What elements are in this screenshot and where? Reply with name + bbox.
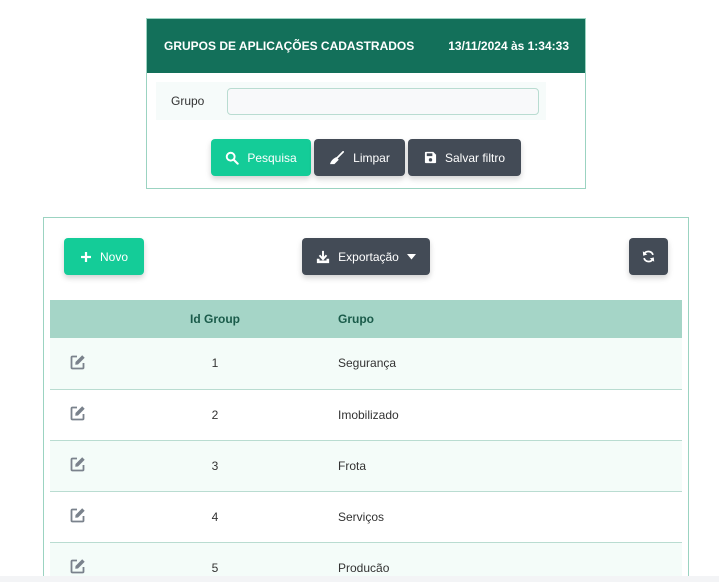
save-filter-button[interactable]: Salvar filtro	[408, 139, 521, 176]
clear-button-label: Limpar	[353, 150, 390, 165]
filter-panel: GRUPOS DE APLICAÇÕES CADASTRADOS 13/11/2…	[146, 18, 586, 189]
caret-down-icon	[406, 253, 416, 260]
table-row[interactable]: 2 Imobilizado	[50, 389, 682, 441]
table-row[interactable]: 4 Serviços	[50, 491, 682, 543]
edit-icon[interactable]	[70, 507, 86, 523]
column-header-group[interactable]: Grupo	[295, 300, 682, 338]
filter-timestamp: 13/11/2024 às 1:34:33	[448, 39, 569, 53]
search-button[interactable]: Pesquisa	[211, 139, 311, 176]
edit-icon[interactable]	[70, 456, 86, 472]
edit-icon[interactable]	[70, 354, 86, 370]
table-row[interactable]: 3 Frota	[50, 440, 682, 492]
cell-group: Imobilizado	[295, 389, 682, 441]
cell-id: 3	[135, 440, 295, 492]
column-header-id-group[interactable]: Id Group	[135, 300, 295, 338]
clear-button[interactable]: Limpar	[314, 139, 405, 176]
cell-group: Frota	[295, 440, 682, 492]
table-row[interactable]: 1 Segurança	[50, 338, 682, 390]
group-filter-row: Grupo	[156, 82, 546, 120]
edit-icon[interactable]	[70, 558, 86, 574]
edit-icon[interactable]	[70, 405, 86, 421]
cell-id: 4	[135, 491, 295, 543]
group-label: Grupo	[171, 94, 205, 108]
page-bottom-strip	[0, 576, 719, 582]
export-dropdown-button[interactable]: Exportação	[302, 238, 430, 275]
groups-table: Id Group Grupo 1 Segurança 2 Imobilizado…	[50, 300, 682, 582]
refresh-icon	[642, 250, 655, 263]
filter-title: GRUPOS DE APLICAÇÕES CADASTRADOS	[164, 39, 415, 53]
save-filter-label: Salvar filtro	[444, 150, 506, 165]
filter-actions: Pesquisa Limpar Salvar filtro	[211, 139, 521, 176]
broom-icon	[329, 150, 345, 165]
new-button[interactable]: Novo	[64, 238, 144, 275]
plus-icon	[80, 251, 92, 263]
column-header-actions	[50, 300, 135, 338]
search-icon	[225, 151, 240, 165]
cell-id: 2	[135, 389, 295, 441]
cell-id: 1	[135, 338, 295, 390]
cell-group: Serviços	[295, 491, 682, 543]
filter-header: GRUPOS DE APLICAÇÕES CADASTRADOS 13/11/2…	[147, 19, 585, 73]
refresh-button[interactable]	[629, 238, 668, 275]
download-icon	[316, 250, 330, 264]
export-button-label: Exportação	[338, 249, 399, 264]
save-icon	[424, 151, 437, 164]
table-header-row: Id Group Grupo	[50, 300, 682, 338]
group-input[interactable]	[227, 87, 539, 115]
groups-table-panel: Novo Exportação Id Group Grupo 1 Seguran…	[43, 217, 689, 582]
search-button-label: Pesquisa	[247, 150, 297, 165]
cell-group: Segurança	[295, 338, 682, 390]
new-button-label: Novo	[99, 249, 128, 264]
